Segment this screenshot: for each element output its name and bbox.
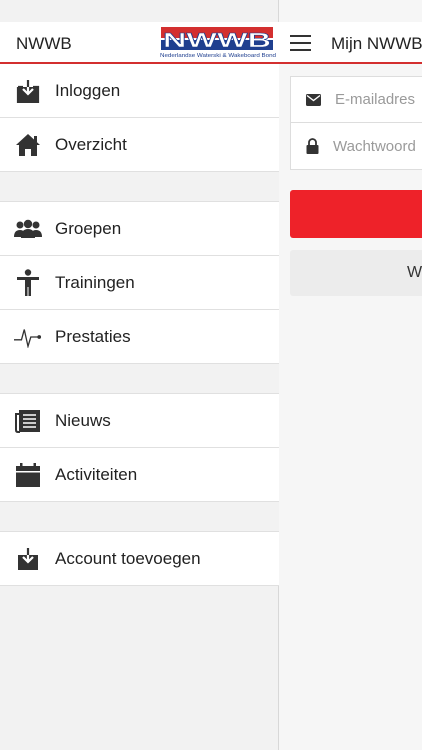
menu-item-overzicht[interactable]: Overzicht xyxy=(0,118,279,172)
heartbeat-icon xyxy=(14,323,42,351)
home-icon xyxy=(14,131,42,159)
email-input[interactable] xyxy=(333,90,422,109)
menu-item-activiteiten[interactable]: Activiteiten xyxy=(0,448,279,502)
secondary-button[interactable]: W xyxy=(290,250,422,296)
login-button[interactable] xyxy=(290,190,422,238)
menu-item-label: Overzicht xyxy=(55,134,127,154)
email-field[interactable] xyxy=(291,77,422,123)
svg-text:Nederlandse Waterski & Wakeboa: Nederlandse Waterski & Wakeboard Bond xyxy=(160,53,276,59)
main-content: Mijn NWWB W xyxy=(279,0,422,750)
menu-item-label: Trainingen xyxy=(55,272,135,292)
menu-item-groepen[interactable]: Groepen xyxy=(0,202,279,256)
drawer-header: NWWB NWWB Nederlandse Waterski & Wakeboa… xyxy=(0,22,279,64)
drawer-title: NWWB xyxy=(16,34,72,53)
news-icon xyxy=(14,407,42,435)
menu-divider xyxy=(0,172,279,202)
groups-icon xyxy=(14,215,42,243)
nwwb-logo: NWWB Nederlandse Waterski & Wakeboard Bo… xyxy=(160,27,276,59)
menu-item-label: Activiteiten xyxy=(55,464,138,484)
envelope-icon xyxy=(306,92,321,108)
menu-item-nieuws[interactable]: Nieuws xyxy=(0,394,279,448)
page-title: Mijn NWWB xyxy=(331,34,422,53)
menu-divider xyxy=(0,364,279,394)
menu-item-prestaties[interactable]: Prestaties xyxy=(0,310,279,364)
menu-item-label: Prestaties xyxy=(55,326,131,346)
navigation-drawer: NWWB NWWB Nederlandse Waterski & Wakeboa… xyxy=(0,0,279,750)
password-input[interactable] xyxy=(331,136,422,156)
hamburger-menu-icon[interactable] xyxy=(290,35,311,51)
menu-item-inloggen[interactable]: Inloggen xyxy=(0,64,279,118)
lock-icon xyxy=(306,138,319,154)
person-icon xyxy=(14,268,42,297)
main-header: Mijn NWWB xyxy=(279,22,422,64)
svg-text:NWWB: NWWB xyxy=(163,30,271,52)
menu-item-account-toevoegen[interactable]: Account toevoegen xyxy=(0,532,279,586)
drawer-menu: Inloggen Overzicht Groepen Trainingen Pr… xyxy=(0,64,279,586)
menu-item-label: Inloggen xyxy=(55,80,121,100)
menu-item-trainingen[interactable]: Trainingen xyxy=(0,256,279,310)
add-account-icon xyxy=(14,545,42,573)
login-icon xyxy=(14,77,42,105)
calendar-icon xyxy=(14,461,42,489)
login-form xyxy=(290,76,422,170)
menu-item-label: Account toevoegen xyxy=(55,548,201,568)
menu-divider xyxy=(0,502,279,532)
menu-item-label: Groepen xyxy=(55,218,122,238)
password-field[interactable] xyxy=(291,123,422,169)
menu-item-label: Nieuws xyxy=(55,410,111,430)
